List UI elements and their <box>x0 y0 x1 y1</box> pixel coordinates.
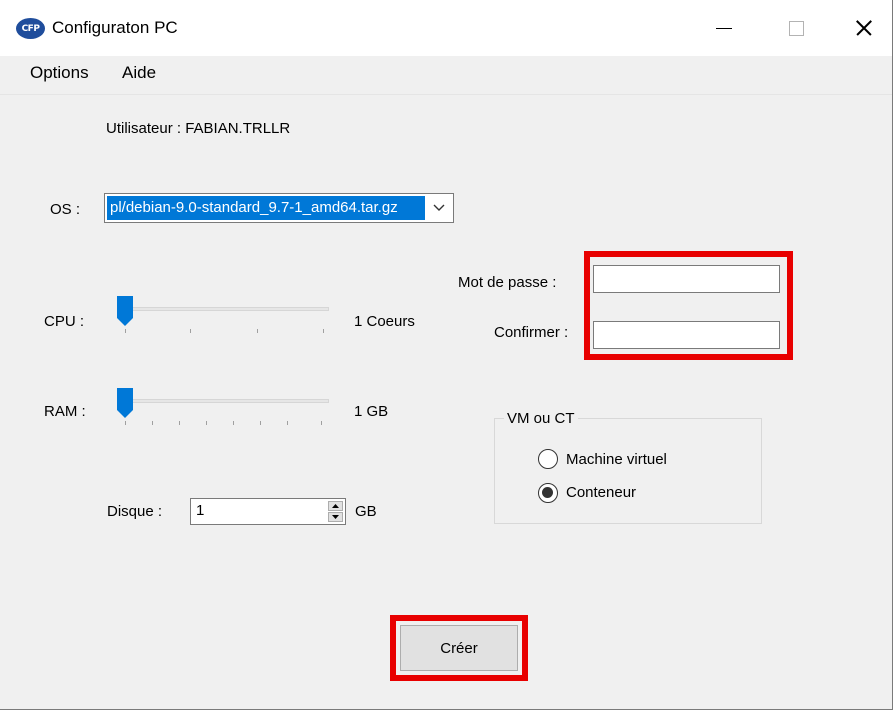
os-dropdown[interactable]: pl/debian-9.0-standard_9.7-1_amd64.tar.g… <box>104 193 454 223</box>
vm-ct-groupbox <box>494 418 762 524</box>
ram-label: RAM : <box>44 403 86 420</box>
disk-unit: GB <box>355 503 377 520</box>
ram-tick <box>206 421 207 425</box>
ram-slider[interactable] <box>117 388 331 428</box>
os-label: OS : <box>50 201 81 218</box>
disk-stepper[interactable]: 1 <box>190 498 346 525</box>
disk-stepper-buttons <box>328 501 343 522</box>
create-highlight-frame <box>390 615 528 681</box>
menu-item-aide[interactable]: Aide <box>122 63 156 83</box>
ram-tick <box>233 421 234 425</box>
disk-value[interactable]: 1 <box>196 502 204 519</box>
maximize-icon <box>788 20 804 36</box>
ram-tick <box>152 421 153 425</box>
cpu-label: CPU : <box>44 313 85 330</box>
stepper-down-icon[interactable] <box>328 512 343 522</box>
title-bar: CFP Configuraton PC <box>0 0 892 56</box>
cpu-tick <box>323 329 324 333</box>
radio-machine-virtuel-label[interactable]: Machine virtuel <box>566 451 667 468</box>
radio-conteneur-label[interactable]: Conteneur <box>566 484 636 501</box>
ram-slider-thumb[interactable] <box>117 388 133 418</box>
ram-tick <box>321 421 322 425</box>
radio-machine-virtuel[interactable] <box>538 449 558 469</box>
confirm-label: Confirmer : <box>494 324 569 341</box>
minimize-button[interactable] <box>692 0 756 56</box>
ram-tick <box>287 421 288 425</box>
ram-value: 1 GB <box>354 403 389 420</box>
ram-tick <box>125 421 126 425</box>
password-label: Mot de passe : <box>458 274 557 291</box>
disk-label: Disque : <box>107 503 163 520</box>
cpu-tick <box>257 329 258 333</box>
stepper-up-icon[interactable] <box>328 501 343 511</box>
close-button[interactable] <box>836 0 892 56</box>
cpu-tick <box>125 329 126 333</box>
maximize-button[interactable] <box>764 0 828 56</box>
window-title: Configuraton PC <box>52 18 178 37</box>
main-window: CFP Configuraton PC Options Aide Utilisa… <box>0 0 893 710</box>
user-label: Utilisateur : FABIAN.TRLLR <box>106 120 291 137</box>
cpu-tick <box>190 329 191 333</box>
menu-item-options[interactable]: Options <box>30 63 89 83</box>
ram-slider-track <box>117 399 329 403</box>
os-selected-value: pl/debian-9.0-standard_9.7-1_amd64.tar.g… <box>107 196 425 220</box>
vm-ct-legend: VM ou CT <box>504 410 578 427</box>
cpu-slider-thumb[interactable] <box>117 296 133 326</box>
cpu-slider[interactable] <box>117 296 331 336</box>
cpu-value: 1 Coeurs <box>354 313 415 330</box>
ram-tick <box>179 421 180 425</box>
minimize-icon <box>716 27 732 29</box>
cpu-slider-track <box>117 307 329 311</box>
app-icon: CFP <box>16 18 45 39</box>
menu-separator <box>0 94 892 95</box>
password-highlight-frame <box>584 251 793 360</box>
menu-bar: Options Aide <box>0 56 892 94</box>
radio-conteneur[interactable] <box>538 483 558 503</box>
ram-tick <box>260 421 261 425</box>
chevron-down-icon[interactable] <box>429 198 449 218</box>
close-icon <box>855 19 873 37</box>
